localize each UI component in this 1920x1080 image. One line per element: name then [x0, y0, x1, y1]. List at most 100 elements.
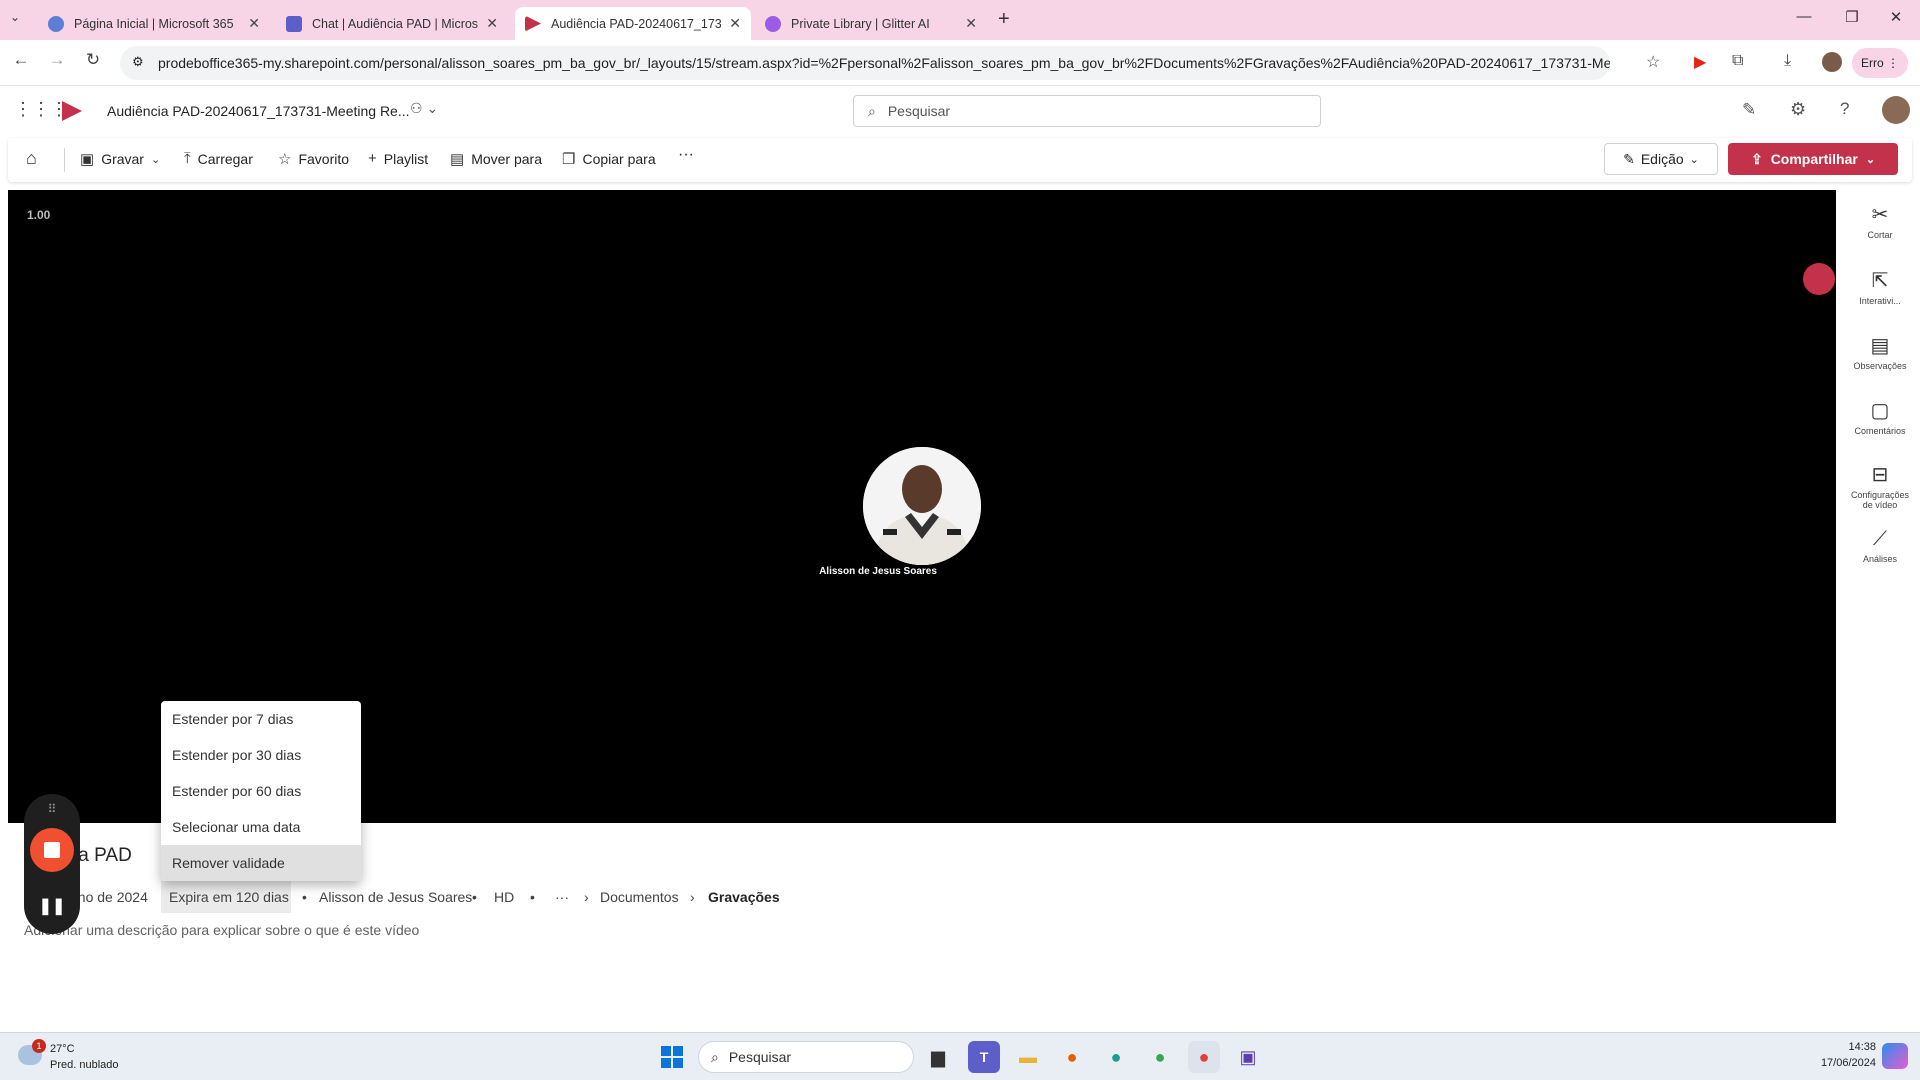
- share-icon: ⇪: [1750, 150, 1763, 167]
- clock-date[interactable]: 17/06/2024: [1810, 1057, 1876, 1069]
- start-button[interactable]: [656, 1041, 688, 1073]
- tab-stream-video[interactable]: Audiência PAD-20240617_1737 ✕: [515, 7, 751, 40]
- trim-button[interactable]: ✂ Cortar: [1840, 204, 1920, 240]
- forward-icon[interactable]: →: [44, 50, 70, 70]
- gear-icon[interactable]: ⚙: [1790, 99, 1806, 120]
- teams-icon: [286, 15, 302, 32]
- windows-logo-icon: [661, 1046, 683, 1068]
- playback-speed: 1.00: [27, 208, 51, 222]
- file-explorer-icon[interactable]: ▬: [1012, 1041, 1044, 1073]
- participant-avatar: [863, 447, 981, 565]
- menu-item-select-date[interactable]: Selecionar uma data: [161, 809, 361, 845]
- comments-button[interactable]: ▢ Comentários: [1840, 400, 1920, 436]
- description-placeholder[interactable]: Adicionar uma descrição para explicar so…: [24, 922, 419, 938]
- move-to-button[interactable]: ▤ Mover para: [450, 150, 542, 168]
- menu-item-extend-60[interactable]: Estender por 60 dias: [161, 773, 361, 809]
- app-launcher-icon[interactable]: ⋮⋮⋮: [14, 99, 68, 120]
- youtube-ext-icon[interactable]: ▶: [1694, 52, 1706, 72]
- scissors-icon: ✂: [1871, 204, 1889, 226]
- clock-time[interactable]: 14:38: [1830, 1041, 1876, 1053]
- profile-avatar[interactable]: [1822, 52, 1842, 72]
- share-button[interactable]: ⇪ Compartilhar ⌄: [1728, 143, 1898, 175]
- notification-badge: 1: [32, 1039, 46, 1053]
- plus-icon: +: [368, 150, 377, 167]
- close-tab-icon[interactable]: ✕: [729, 15, 741, 32]
- participant-photo: [863, 447, 981, 565]
- drag-handle-icon[interactable]: ⠿: [24, 802, 80, 816]
- pause-button[interactable]: ❚❚: [24, 896, 80, 916]
- more-actions-button[interactable]: ···: [678, 146, 694, 164]
- feedback-icon[interactable]: ✎: [1742, 100, 1756, 120]
- pencil-icon: ✎: [1623, 150, 1635, 167]
- upload-button[interactable]: ⤒ Carregar: [184, 150, 253, 167]
- tab-teams-chat[interactable]: Chat | Audiência PAD | Microsoft ✕: [276, 7, 508, 40]
- tab-list-dropdown[interactable]: ⌄: [10, 10, 20, 24]
- back-icon[interactable]: ←: [8, 50, 34, 70]
- chevron-right-icon: ›: [690, 889, 695, 905]
- close-tab-icon[interactable]: ✕: [248, 15, 260, 32]
- edit-mode-button[interactable]: ✎ Edição ⌄: [1604, 143, 1718, 175]
- url-field[interactable]: ⚙ prodeboffice365-my.sharepoint.com/pers…: [120, 46, 1610, 80]
- browser-tab-strip: ⌄ Página Inicial | Microsoft 365 ✕ Chat …: [0, 0, 1920, 40]
- tab-microsoft365[interactable]: Página Inicial | Microsoft 365 ✕: [38, 7, 270, 40]
- breadcrumb-documentos[interactable]: Documentos: [600, 889, 679, 905]
- stream-logo-icon[interactable]: [62, 101, 82, 121]
- menu-item-extend-30[interactable]: Estender por 30 dias: [161, 737, 361, 773]
- meta-separator: •: [472, 889, 477, 905]
- minimize-icon[interactable]: —: [1784, 8, 1824, 25]
- chrome-active-icon[interactable]: ●: [1188, 1041, 1220, 1073]
- expiration-button[interactable]: Expira em 120 dias: [161, 881, 291, 913]
- notes-button[interactable]: ▤ Observações: [1840, 335, 1920, 371]
- document-title[interactable]: Audiência PAD-20240617_173731-Meeting Re…: [107, 103, 410, 119]
- interactivity-button[interactable]: ⇱ Interativi...: [1840, 270, 1920, 306]
- windows-taskbar: 1 27°C Pred. nublado ⌕ Pesquisar ▆ T ▬ ● …: [0, 1032, 1920, 1080]
- file-icon[interactable]: ▆: [922, 1041, 954, 1073]
- menu-item-extend-7[interactable]: Estender por 7 dias: [161, 701, 361, 737]
- menu-item-remove-expiration[interactable]: Remover validade: [161, 845, 361, 881]
- close-tab-icon[interactable]: ✕: [486, 15, 498, 32]
- share-status-icon[interactable]: ⚇ ⌄: [410, 100, 438, 117]
- record-button[interactable]: ▣ Gravar ⌄: [80, 150, 160, 168]
- reload-icon[interactable]: ↻: [80, 50, 106, 70]
- meta-separator: •: [302, 889, 307, 905]
- edge-icon[interactable]: ●: [1100, 1041, 1132, 1073]
- teams-icon[interactable]: T: [968, 1041, 1000, 1073]
- extensions-icon[interactable]: ⧉: [1732, 52, 1743, 70]
- close-tab-icon[interactable]: ✕: [965, 15, 977, 32]
- site-info-icon[interactable]: ⚙: [132, 54, 144, 70]
- firefox-icon[interactable]: ●: [1056, 1041, 1088, 1073]
- owner-name[interactable]: Alisson de Jesus Soares: [319, 889, 472, 905]
- weather-temp[interactable]: 27°C: [50, 1043, 75, 1055]
- restore-icon[interactable]: ❐: [1832, 8, 1872, 26]
- close-window-icon[interactable]: ✕: [1876, 8, 1916, 26]
- new-tab-button[interactable]: +: [998, 8, 1010, 31]
- breadcrumb-gravacoes[interactable]: Gravações: [708, 889, 780, 905]
- chevron-down-icon: ⌄: [1689, 153, 1699, 166]
- download-icon[interactable]: ⤓: [1784, 52, 1791, 70]
- chrome-icon[interactable]: ●: [1144, 1041, 1176, 1073]
- help-icon[interactable]: ?: [1840, 99, 1849, 119]
- taskbar-search[interactable]: ⌕ Pesquisar: [698, 1041, 914, 1073]
- video-settings-button[interactable]: ⊟ Configurações de vídeo: [1840, 464, 1920, 510]
- profile-error-button[interactable]: Erro ⋮: [1852, 48, 1908, 78]
- user-avatar[interactable]: [1882, 96, 1910, 124]
- home-button[interactable]: ⌂: [26, 148, 37, 169]
- breadcrumb-more-button[interactable]: ···: [555, 889, 569, 905]
- weather-desc[interactable]: Pred. nublado: [50, 1059, 119, 1071]
- analytics-button[interactable]: ⟋ Análises: [1840, 528, 1920, 564]
- copy-icon: ❐: [562, 151, 576, 168]
- recorded-date: aho de 2024: [70, 889, 148, 905]
- search-box[interactable]: ⌕ Pesquisar: [853, 95, 1321, 127]
- folder-move-icon: ▤: [450, 151, 465, 168]
- bookmark-star-icon[interactable]: ☆: [1646, 52, 1660, 72]
- chart-line-icon: ⟋: [1873, 528, 1887, 550]
- tab-glitter-ai[interactable]: Private Library | Glitter AI ✕: [755, 7, 987, 40]
- favorite-button[interactable]: ☆ Favorito: [278, 150, 349, 168]
- m365-icon: [48, 15, 64, 32]
- interactivity-marker[interactable]: [1803, 263, 1835, 295]
- app-icon[interactable]: ▣: [1232, 1041, 1264, 1073]
- playlist-button[interactable]: + Playlist: [368, 150, 428, 167]
- copy-to-button[interactable]: ❐ Copiar para: [562, 150, 656, 168]
- copilot-icon[interactable]: [1882, 1043, 1908, 1069]
- stop-recording-button[interactable]: [30, 828, 74, 872]
